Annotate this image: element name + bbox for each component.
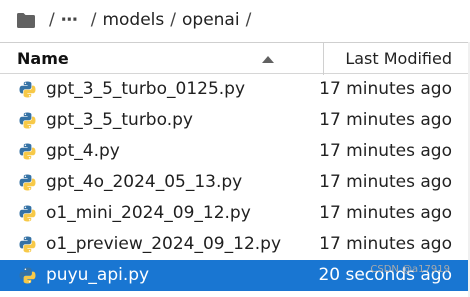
file-row[interactable]: gpt_3_5_turbo_0125.py 17 minutes ago [0, 74, 470, 105]
python-icon [19, 174, 36, 191]
file-modified-time: 17 minutes ago [319, 172, 452, 192]
file-browser-listing: Name Last Modified gpt_3_5_turbo_0125.py… [0, 42, 470, 291]
breadcrumb-item-models[interactable]: models [102, 10, 164, 30]
file-name: gpt_3_5_turbo_0125.py [46, 79, 246, 99]
name-column-header[interactable]: Name [17, 49, 69, 68]
file-name: puyu_api.py [46, 265, 150, 285]
breadcrumb-separator: / [49, 10, 55, 30]
python-icon [19, 205, 36, 222]
breadcrumb-separator: / [90, 10, 97, 30]
file-modified-time: 17 minutes ago [319, 141, 452, 161]
listing-header: Name Last Modified [0, 42, 470, 75]
breadcrumb-separator: / [245, 10, 252, 30]
python-icon [19, 143, 36, 160]
python-icon [19, 112, 36, 129]
file-name: gpt_4o_2024_05_13.py [46, 172, 243, 192]
watermark: CSDN @a17919 [370, 264, 450, 275]
file-modified-time: 17 minutes ago [319, 203, 452, 223]
file-row[interactable]: o1_mini_2024_09_12.py 17 minutes ago [0, 198, 470, 229]
python-icon [19, 236, 36, 253]
file-name: o1_mini_2024_09_12.py [46, 203, 251, 223]
breadcrumb-item-openai[interactable]: openai [182, 10, 240, 30]
file-name: gpt_3_5_turbo.py [46, 110, 193, 130]
breadcrumb-separator: / [170, 10, 176, 30]
python-icon [19, 81, 36, 98]
breadcrumb: / ⋯ / models / openai / [0, 0, 470, 40]
breadcrumb-ellipsis[interactable]: ⋯ [61, 10, 79, 30]
file-row[interactable]: gpt_4o_2024_05_13.py 17 minutes ago [0, 167, 470, 198]
folder-icon[interactable] [17, 12, 35, 28]
file-modified-time: 17 minutes ago [319, 110, 452, 130]
file-list: gpt_3_5_turbo_0125.py 17 minutes ago gpt_3… [0, 74, 470, 291]
sort-ascending-icon[interactable] [262, 56, 274, 63]
file-row[interactable]: gpt_3_5_turbo.py 17 minutes ago [0, 105, 470, 136]
column-divider[interactable] [323, 43, 324, 75]
python-icon [19, 267, 36, 284]
file-modified-time: 17 minutes ago [319, 234, 452, 254]
file-name: o1_preview_2024_09_12.py [46, 234, 282, 254]
file-row[interactable]: gpt_4.py 17 minutes ago [0, 136, 470, 167]
file-name: gpt_4.py [46, 141, 120, 161]
file-modified-time: 17 minutes ago [319, 79, 452, 99]
file-row[interactable]: o1_preview_2024_09_12.py 17 minutes ago [0, 229, 470, 260]
last-modified-column-header[interactable]: Last Modified [345, 49, 452, 68]
